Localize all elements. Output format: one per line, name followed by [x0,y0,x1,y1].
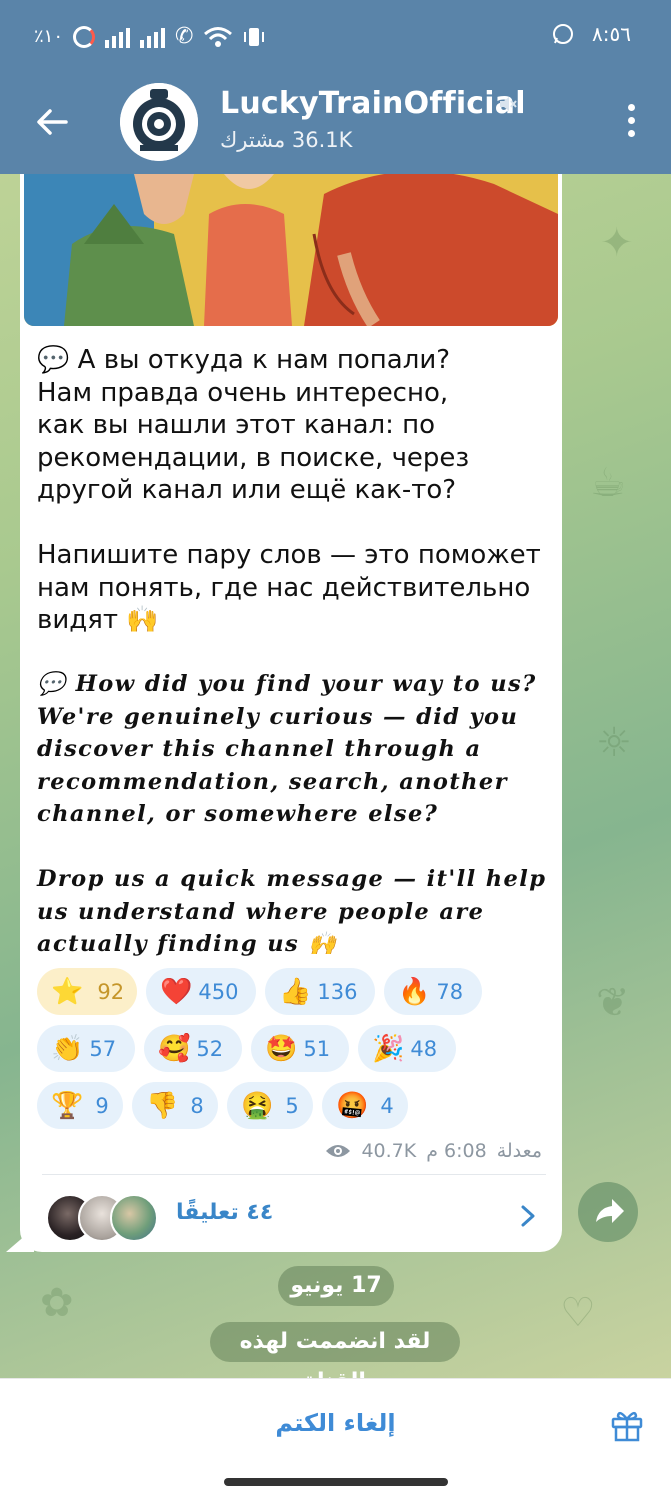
reaction-count: 78 [436,979,464,1004]
reaction-clap[interactable]: 👏 57 [37,1025,135,1072]
doodle-heart-icon: ♡ [560,1290,596,1336]
reaction-count: 136 [317,979,358,1004]
reaction-heart[interactable]: ❤️ 450 [146,968,256,1015]
smiling-hearts-icon: 🥰 [158,1033,191,1064]
post-text-russian: 💬 А вы откуда к нам попали? Нам правда о… [37,345,541,635]
wifi-call-icon: ✆ [175,24,194,49]
reaction-count: 8 [190,1093,204,1118]
train-logo-icon [120,83,198,161]
reaction-count: 51 [303,1036,331,1061]
status-right: ٨:٥٦ [552,22,631,46]
thumbs-up-icon: 👍 [279,976,312,1007]
reaction-thumbs-up[interactable]: 👍 136 [265,968,375,1015]
date-separator: 17 يونيو [278,1266,394,1306]
share-arrow-icon [596,1199,624,1223]
doodle-flower-icon: ✿ [40,1280,74,1326]
clock: ٨:٥٦ [592,22,631,46]
reaction-count: 48 [410,1036,438,1061]
reaction-vomit[interactable]: 🤮 5 [227,1082,313,1129]
views-eye-icon [326,1145,351,1157]
reaction-count: 57 [89,1036,117,1061]
subscriber-count: 36.1K مشترك [220,128,353,152]
vomiting-face-icon: 🤮 [241,1090,274,1121]
wifi-icon [204,26,233,47]
signal-1-icon [105,26,131,48]
reactions-row-3: 🏆 9 👎 8 🤮 5 🤬 4 [37,1082,557,1129]
battery-icon [73,25,96,48]
reaction-count: 9 [95,1093,109,1118]
post-time: 6:08 م [426,1140,487,1162]
view-count: 40.7K [361,1140,417,1162]
share-button[interactable] [578,1182,638,1242]
signal-2-icon [140,26,166,48]
comments-button[interactable]: ٤٤ تعليقًا [20,1176,562,1252]
cursing-face-icon: 🤬 [336,1090,369,1121]
battery-percent: ٪١٠ [34,26,64,47]
doodle-leaf-icon: ❦ [596,980,630,1026]
reactions-row-1: ⭐ 92 ❤️ 450 👍 136 🔥 78 [37,968,557,1015]
reaction-count: 450 [198,979,239,1004]
reactions-panel: ⭐ 92 ❤️ 450 👍 136 🔥 78 👏 57 🥰 52 🤩 51 🎉 48 🏆 9 👎 8… [37,968,557,1139]
party-popper-icon: 🎉 [372,1033,405,1064]
doodle-cup-icon: ☕ [590,460,626,506]
system-status-bar: ٪١٠ ✆ ٨:٥٦ [0,0,671,70]
reaction-count: 4 [380,1093,394,1118]
reaction-count: 52 [196,1036,224,1061]
commenter-avatars [46,1194,158,1242]
star-icon: ⭐ [51,976,84,1007]
vibrate-icon [244,27,265,46]
whatsapp-icon [553,24,574,44]
post-image[interactable] [24,174,558,326]
channel-post: 💬 А вы откуда к нам попали? Нам правда о… [20,174,562,1252]
thumbs-down-icon: 👎 [146,1090,179,1121]
star-struck-icon: 🤩 [265,1033,298,1064]
comments-divider [42,1174,546,1175]
comments-count-label: ٤٤ تعليقًا [176,1200,274,1225]
doodle-star-icon: ✦ [600,220,634,266]
reaction-trophy[interactable]: 🏆 9 [37,1082,123,1129]
home-indicator[interactable] [224,1478,448,1486]
reaction-count: 92 [97,979,125,1004]
reaction-count: 5 [285,1093,299,1118]
fire-icon: 🔥 [398,976,431,1007]
heart-icon: ❤️ [160,976,193,1007]
clapping-hands-icon: 👏 [51,1033,84,1064]
chat-header: LuckyTrainOfficial 36.1K مشترك [0,70,671,174]
avatar [110,1194,158,1242]
gift-icon[interactable] [609,1407,645,1443]
reaction-thumbs-down[interactable]: 👎 8 [132,1082,218,1129]
reaction-star-struck[interactable]: 🤩 51 [251,1025,349,1072]
reaction-party[interactable]: 🎉 48 [358,1025,456,1072]
reaction-smiling-hearts[interactable]: 🥰 52 [144,1025,242,1072]
reaction-cursing[interactable]: 🤬 4 [322,1082,408,1129]
channel-avatar[interactable] [120,83,198,161]
channel-title[interactable]: LuckyTrainOfficial [220,86,526,121]
doodle-sun-icon: ☼ [596,720,632,766]
back-arrow-icon[interactable] [30,100,74,144]
status-left: ٪١٠ ✆ [34,24,265,49]
edited-label: معدلة [496,1140,542,1162]
trophy-icon: 🏆 [51,1090,84,1121]
reaction-star[interactable]: ⭐ 92 [37,968,137,1015]
post-text-english: 💬 How did you find your way to us? We're… [37,671,547,957]
reaction-fire[interactable]: 🔥 78 [384,968,482,1015]
joined-channel-notice: لقد انضممت لهذه القناة [210,1322,460,1394]
reactions-row-2: 👏 57 🥰 52 🤩 51 🎉 48 [37,1025,557,1072]
post-meta: 40.7K 6:08 م معدلة [325,1140,542,1162]
unmute-button[interactable]: إلغاء الكتم [0,1409,671,1437]
muted-icon [500,97,517,111]
chevron-right-icon [521,1205,535,1227]
more-menu-icon[interactable] [621,104,641,144]
